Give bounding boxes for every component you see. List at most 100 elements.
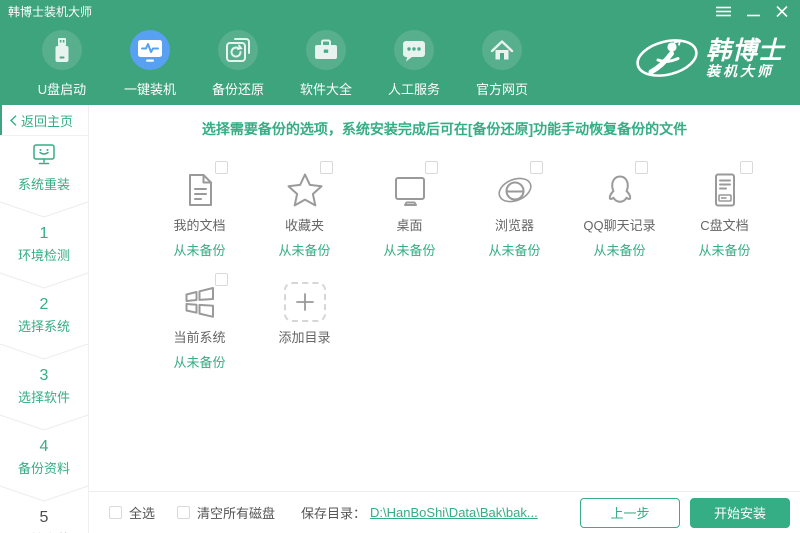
- previous-step-button[interactable]: 上一步: [580, 498, 680, 528]
- backup-restore-icon: [218, 30, 258, 70]
- footer-buttons: 上一步 开始安装: [580, 498, 790, 528]
- start-install-button[interactable]: 开始安装: [690, 498, 790, 528]
- nav-item-software-collection[interactable]: 软件大全: [282, 30, 370, 98]
- backup-item-browser[interactable]: 浏览器 从未备份: [462, 161, 567, 253]
- step-1-env-check: 1 环境检测: [0, 225, 88, 264]
- close-icon[interactable]: [776, 6, 788, 17]
- nav-label: 软件大全: [300, 79, 352, 98]
- step-2-choose-system: 2 选择系统: [0, 296, 88, 335]
- star-icon: [285, 170, 325, 210]
- step-divider-chevron: [0, 201, 88, 219]
- nav-label: 备份还原: [212, 79, 264, 98]
- c-drive-doc-icon: [705, 170, 745, 210]
- backup-status: 从未备份: [672, 240, 777, 259]
- backup-item-c-drive-docs[interactable]: C盘文档 从未备份: [672, 161, 777, 253]
- main-nav: U盘启动 一键装机: [0, 22, 800, 98]
- backup-item-label: QQ聊天记录: [567, 215, 672, 234]
- backup-status: 从未备份: [567, 240, 672, 259]
- footer-bar: 全选 清空所有磁盘 保存目录： D:\HanBoShi\Data\Bak\bak…: [89, 491, 800, 533]
- step-divider-chevron: [0, 272, 88, 290]
- backup-item-label: 收藏夹: [252, 215, 357, 234]
- nav-item-official-site[interactable]: 官方网页: [458, 30, 546, 98]
- sidebar-section-label: 系统重装: [0, 174, 88, 193]
- backup-status: 从未备份: [147, 240, 252, 259]
- windows-icon: [180, 282, 220, 322]
- backup-item-checkbox[interactable]: [740, 161, 753, 174]
- backup-item-qq-chat[interactable]: QQ聊天记录 从未备份: [567, 161, 672, 253]
- step-divider-chevron: [0, 414, 88, 432]
- monitor-pulse-icon: [130, 30, 170, 70]
- titlebar: 韩博士装机大师: [0, 0, 800, 22]
- window-controls: [716, 6, 788, 17]
- backup-item-label: 添加目录: [252, 327, 357, 346]
- backup-item-current-system[interactable]: 当前系统 从未备份: [147, 273, 252, 365]
- step-divider-chevron: [0, 485, 88, 503]
- home-icon: [482, 30, 522, 70]
- nav-label: U盘启动: [38, 79, 86, 98]
- backup-item-label: 桌面: [357, 215, 462, 234]
- step-5-start-install: 5 开始安装: [0, 509, 88, 533]
- backup-item-favorites[interactable]: 收藏夹 从未备份: [252, 161, 357, 253]
- brand-logo: 韩博士 装机大师: [634, 34, 784, 82]
- usb-icon: [42, 30, 82, 70]
- clear-all-disks-checkbox[interactable]: 清空所有磁盘: [177, 503, 275, 522]
- main-panel: 选择需要备份的选项，系统安装完成后可在[备份还原]功能手动恢复备份的文件 我: [89, 105, 800, 533]
- clear-disks-label: 清空所有磁盘: [197, 503, 275, 522]
- brand-subtitle: 装机大师: [706, 64, 784, 79]
- sidebar-section-reinstall: 系统重装: [0, 136, 88, 193]
- nav-item-one-click-install[interactable]: 一键装机: [106, 30, 194, 98]
- ie-browser-icon: [495, 170, 535, 210]
- save-dir-path-link[interactable]: D:\HanBoShi\Data\Bak\bak...: [370, 505, 538, 520]
- qq-penguin-icon: [600, 170, 640, 210]
- app-window: 韩博士装机大师: [0, 0, 800, 533]
- header: 韩博士装机大师: [0, 0, 800, 105]
- add-plus-icon: [284, 282, 326, 322]
- body: 返回主页 系统重装 1 环境检测: [0, 105, 800, 533]
- nav-label: 人工服务: [388, 79, 440, 98]
- back-home-label: 返回主页: [21, 111, 73, 130]
- checkbox-box[interactable]: [109, 506, 122, 519]
- backup-item-checkbox[interactable]: [635, 161, 648, 174]
- backup-item-label: 浏览器: [462, 215, 567, 234]
- chat-bubble-icon: [394, 30, 434, 70]
- backup-item-checkbox[interactable]: [425, 161, 438, 174]
- backup-item-label: 我的文档: [147, 215, 252, 234]
- back-home-button[interactable]: 返回主页: [0, 105, 88, 135]
- brand-globe-icon: [634, 34, 700, 82]
- add-directory-button[interactable]: 添加目录: [252, 273, 357, 365]
- nav-item-usb-boot[interactable]: U盘启动: [18, 30, 106, 98]
- backup-item-checkbox[interactable]: [215, 161, 228, 174]
- menu-icon[interactable]: [716, 6, 731, 17]
- backup-item-checkbox[interactable]: [530, 161, 543, 174]
- back-chevron-icon: [10, 115, 17, 126]
- backup-item-label: C盘文档: [672, 215, 777, 234]
- page-title: 选择需要备份的选项，系统安装完成后可在[备份还原]功能手动恢复备份的文件: [89, 119, 800, 139]
- backup-items-grid: 我的文档 从未备份 收藏夹 从未备份: [147, 161, 800, 365]
- backup-status: 从未备份: [462, 240, 567, 259]
- step-3-choose-software: 3 选择软件: [0, 367, 88, 406]
- desktop-icon: [390, 170, 430, 210]
- brand-name: 韩博士: [706, 38, 784, 64]
- sidebar: 返回主页 系统重装 1 环境检测: [0, 105, 89, 533]
- backup-status: 从未备份: [147, 352, 252, 371]
- backup-item-desktop[interactable]: 桌面 从未备份: [357, 161, 462, 253]
- brand-text: 韩博士 装机大师: [706, 38, 784, 79]
- nav-label: 一键装机: [124, 79, 176, 98]
- backup-item-my-documents[interactable]: 我的文档 从未备份: [147, 161, 252, 253]
- backup-item-checkbox[interactable]: [215, 273, 228, 286]
- monitor-smiley-icon: [31, 143, 57, 167]
- document-icon: [180, 170, 220, 210]
- backup-status: 从未备份: [252, 240, 357, 259]
- save-dir-label: 保存目录：: [301, 503, 366, 522]
- minimize-icon[interactable]: [747, 6, 760, 17]
- briefcase-icon: [306, 30, 346, 70]
- nav-label: 官方网页: [476, 79, 528, 98]
- backup-item-checkbox[interactable]: [320, 161, 333, 174]
- checkbox-box[interactable]: [177, 506, 190, 519]
- window-title: 韩博士装机大师: [8, 3, 92, 20]
- nav-item-support[interactable]: 人工服务: [370, 30, 458, 98]
- select-all-checkbox[interactable]: 全选: [109, 503, 155, 522]
- backup-item-label: 当前系统: [147, 327, 252, 346]
- nav-item-backup-restore[interactable]: 备份还原: [194, 30, 282, 98]
- select-all-label: 全选: [129, 503, 155, 522]
